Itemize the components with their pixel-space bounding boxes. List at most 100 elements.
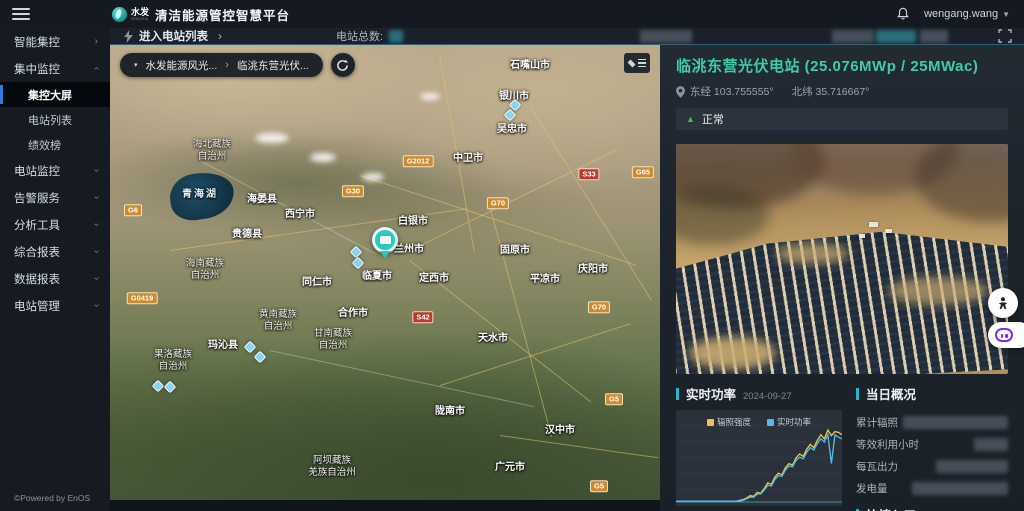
map-label: 黄南藏族 自治州 — [259, 309, 297, 333]
hamburger-menu-icon[interactable] — [12, 8, 30, 20]
map-label: 甘南藏族 自治州 — [314, 328, 352, 352]
satellite-map[interactable]: ▾ 水发能源风光... › 临洮东营光伏... 石嘴山市银川市吴忠市中卫市海晏县… — [110, 45, 660, 500]
section-accent-bar — [676, 388, 679, 400]
overview-value-redacted — [903, 416, 1008, 429]
chart-line-辐照强度 — [676, 430, 842, 501]
layers-icon — [628, 59, 636, 67]
chart-line-实时功率 — [676, 435, 842, 501]
sidebar-item-3[interactable]: 电站列表 — [0, 107, 110, 132]
redacted-block — [920, 30, 948, 43]
notification-bell-icon[interactable] — [896, 7, 910, 21]
logo-icon — [112, 7, 127, 22]
map-road-line — [500, 435, 659, 458]
redacted-block — [832, 30, 874, 43]
qinghai-lake — [167, 169, 237, 223]
map-breadcrumb[interactable]: ▾ 水发能源风光... › 临洮东营光伏... — [120, 53, 323, 77]
road-badge: G30 — [342, 185, 364, 197]
map-refresh-button[interactable] — [331, 53, 355, 77]
app-header: 水发 SHUIFA 清洁能源管控智慧平台 wengang.wang ▼ — [0, 0, 1024, 28]
sidebar-item-4[interactable]: 绩效榜 — [0, 132, 110, 157]
chevron-right-icon: › — [218, 29, 222, 43]
shortcuts-title: 快捷入口 — [866, 505, 916, 511]
refresh-icon — [336, 59, 349, 72]
realtime-power-date: 2024-09-27 — [743, 391, 792, 402]
assistant-floating-button[interactable] — [988, 288, 1018, 318]
station-map-pin[interactable] — [372, 227, 398, 258]
breadcrumb-group[interactable]: 水发能源风光... — [146, 58, 218, 73]
overview-value-redacted — [912, 482, 1008, 495]
section-accent-bar — [856, 388, 859, 400]
map-label: 平凉市 — [530, 274, 560, 287]
chevron-down-icon: ▾ — [134, 61, 138, 69]
station-title: 临洮东营光伏电站 (25.076MWp / 25MWac) — [676, 55, 1008, 76]
map-cluster-marker[interactable] — [352, 257, 365, 270]
redacted-block — [640, 30, 692, 43]
map-road-line — [410, 149, 617, 251]
map-label: 陇南市 — [435, 406, 465, 419]
map-cluster-marker[interactable] — [164, 381, 177, 394]
map-cluster-marker[interactable] — [244, 341, 257, 354]
station-aerial-photo — [676, 144, 1008, 374]
enter-station-list-button[interactable]: 进入电站列表 › — [124, 28, 222, 44]
lightning-icon — [124, 30, 133, 43]
sidebar-item-0[interactable]: 智能集控› — [0, 28, 110, 55]
sidebar-item-1[interactable]: 集中监控› — [0, 55, 110, 82]
road-badge: G6 — [124, 204, 142, 216]
map-label: 临夏市 — [362, 271, 392, 284]
fullscreen-icon[interactable] — [998, 29, 1012, 43]
map-cluster-marker[interactable] — [152, 380, 165, 393]
breadcrumb-station[interactable]: 临洮东营光伏... — [237, 58, 309, 73]
status-triangle-icon: ▲ — [686, 114, 695, 124]
map-cluster-marker[interactable] — [254, 351, 267, 364]
map-label: 同仁市 — [302, 277, 332, 290]
station-total-label: 电站总数: — [336, 28, 383, 44]
map-road-line — [439, 55, 475, 252]
road-badge: G5 — [590, 480, 608, 492]
app-title: 清洁能源管控智慧平台 — [155, 5, 290, 24]
sidebar-item-10[interactable]: 电站管理› — [0, 292, 110, 319]
longitude: 东经 103.755555° — [690, 84, 774, 99]
sidebar-item-7[interactable]: 分析工具› — [0, 211, 110, 238]
chatbot-floating-button[interactable] — [988, 322, 1024, 348]
road-badge: G5 — [605, 393, 623, 405]
redacted-block — [876, 30, 916, 43]
map-road-line — [529, 105, 652, 301]
road-badge: S42 — [412, 311, 433, 323]
legend-item[interactable]: 实时功率 — [767, 416, 811, 428]
legend-item[interactable]: 辐照强度 — [707, 416, 751, 428]
chevron-down-icon: › — [91, 169, 102, 172]
chevron-down-icon: › — [91, 250, 102, 253]
sidebar-item-5[interactable]: 电站监控› — [0, 157, 110, 184]
overview-row-0: 累计辐照 — [856, 411, 1008, 433]
user-menu[interactable]: wengang.wang ▼ — [924, 8, 1010, 20]
map-label: 广元市 — [495, 462, 525, 475]
road-badge: G70 — [487, 197, 509, 209]
sidebar-item-2[interactable]: 集控大屏 — [0, 82, 110, 107]
user-name: wengang.wang — [924, 8, 998, 20]
sidebar-item-8[interactable]: 综合报表› — [0, 238, 110, 265]
station-total-value-redacted — [389, 30, 403, 43]
snow-patch — [310, 153, 336, 162]
map-road-line — [360, 175, 636, 266]
map-layers-button[interactable] — [624, 53, 650, 73]
overview-row-3: 发电量 — [856, 477, 1008, 499]
daily-overview-title: 当日概况 — [866, 384, 916, 403]
location-pin-icon — [676, 86, 685, 98]
road-badge: S33 — [578, 168, 599, 180]
logo-subtext: SHUIFA — [131, 17, 149, 21]
chevron-down-icon: › — [91, 223, 102, 226]
map-label: 果洛藏族 自治州 — [154, 349, 192, 373]
map-label: 庆阳市 — [578, 264, 608, 277]
map-label: 阿坝藏族 羌族自治州 — [308, 455, 356, 479]
chevron-up-icon: › — [91, 67, 102, 70]
map-label: 海北藏族 自治州 — [193, 139, 231, 163]
road-badge: G65 — [632, 166, 654, 178]
chevron-down-icon: › — [91, 277, 102, 280]
map-label: 吴忠市 — [497, 124, 527, 137]
road-badge: G0419 — [127, 292, 158, 304]
map-cluster-marker[interactable] — [350, 246, 363, 259]
sidebar-item-6[interactable]: 告警服务› — [0, 184, 110, 211]
sidebar-item-9[interactable]: 数据报表› — [0, 265, 110, 292]
robot-icon — [995, 328, 1013, 342]
map-label: 合作市 — [338, 308, 368, 321]
